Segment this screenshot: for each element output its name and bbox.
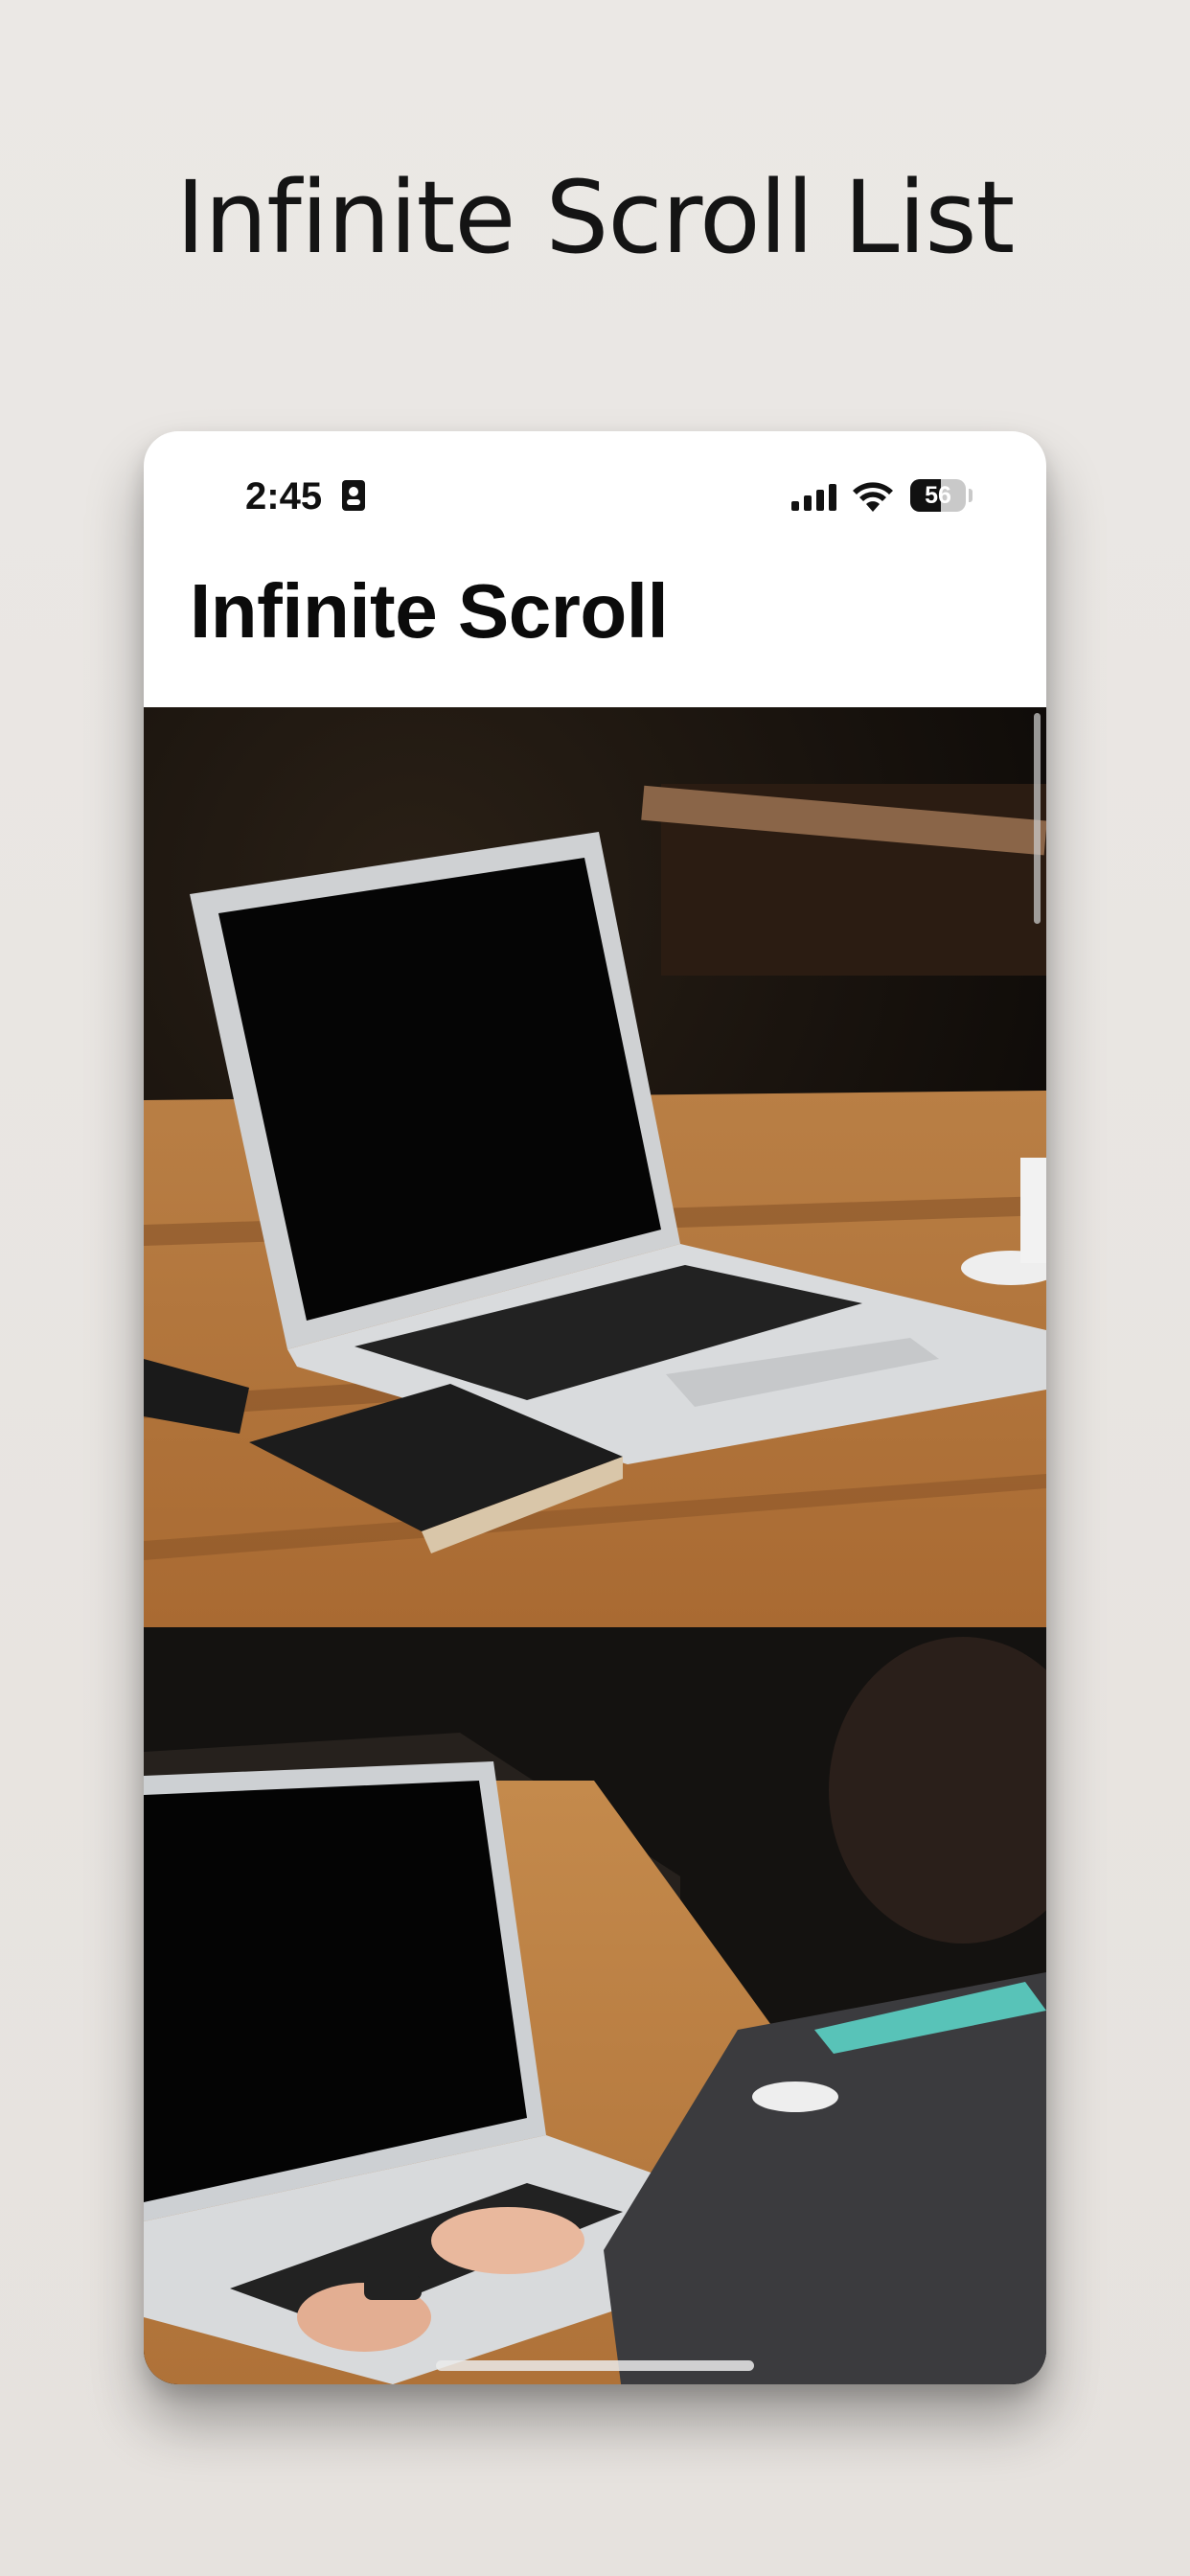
id-card-icon	[342, 480, 365, 511]
battery-percentage: 56	[925, 482, 951, 509]
cellular-signal-icon	[791, 484, 836, 511]
phone-frame: 2:45 56 Infinite Scroll	[144, 431, 1046, 2384]
feed-photo-person-typing[interactable]	[144, 1627, 1046, 2384]
status-time: 2:45	[245, 475, 323, 518]
infinite-scroll-feed[interactable]	[144, 707, 1046, 2384]
feed-photo-laptop[interactable]	[144, 707, 1046, 1627]
scroll-indicator[interactable]	[1034, 713, 1041, 924]
battery-nub	[969, 489, 973, 502]
nav-title: Infinite Scroll	[190, 568, 669, 654]
battery-icon: 56	[910, 479, 966, 512]
wifi-icon	[853, 482, 893, 512]
page-heading: Infinite Scroll List	[175, 159, 1016, 276]
status-bar: 2:45 56	[144, 431, 1046, 565]
home-indicator[interactable]	[436, 2360, 754, 2371]
